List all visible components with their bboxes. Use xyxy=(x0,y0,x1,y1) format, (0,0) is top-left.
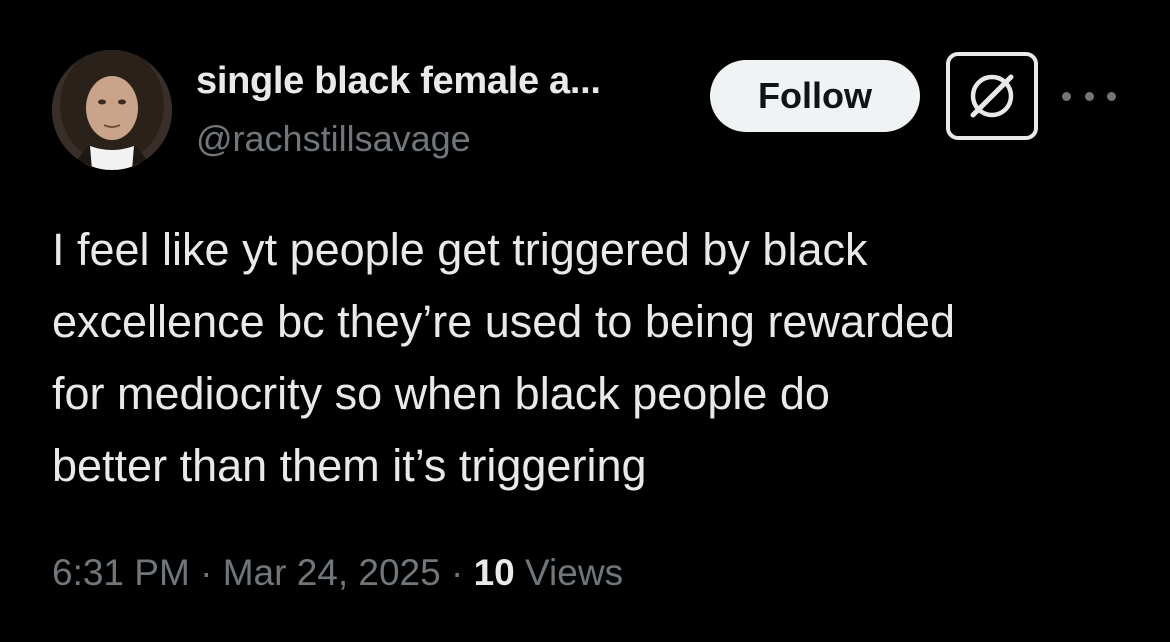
tweet-text-line: excellence bc they’re used to being rewa… xyxy=(52,296,956,347)
views-label[interactable]: Views xyxy=(525,552,623,593)
tweet-card: single black female a... @rachstillsavag… xyxy=(0,0,1170,642)
tweet-date[interactable]: Mar 24, 2025 xyxy=(223,552,441,593)
more-options-icon xyxy=(1062,91,1071,101)
grok-button[interactable] xyxy=(946,52,1038,140)
author-display-name[interactable]: single black female a... xyxy=(196,60,601,103)
grok-icon xyxy=(970,74,1014,118)
profile-photo-icon xyxy=(52,50,172,170)
follow-button[interactable]: Follow xyxy=(710,60,920,132)
more-options-dot xyxy=(1107,91,1116,101)
tweet-time[interactable]: 6:31 PM xyxy=(52,552,190,593)
avatar[interactable] xyxy=(52,50,172,170)
more-options-button[interactable] xyxy=(1062,82,1116,110)
meta-separator: · xyxy=(200,552,213,593)
tweet-text-line: better than them it’s triggering xyxy=(52,440,647,491)
meta-separator: · xyxy=(451,552,464,593)
views-count[interactable]: 10 xyxy=(474,552,515,593)
tweet-text: I feel like yt people get triggered by b… xyxy=(52,214,1132,502)
tweet-text-line: for mediocrity so when black people do xyxy=(52,368,830,419)
tweet-meta: 6:31 PM · Mar 24, 2025 · 10 Views xyxy=(52,552,623,594)
author-handle[interactable]: @rachstillsavage xyxy=(196,118,471,160)
tweet-text-line: I feel like yt people get triggered by b… xyxy=(52,224,868,275)
more-options-dot xyxy=(1084,91,1094,101)
